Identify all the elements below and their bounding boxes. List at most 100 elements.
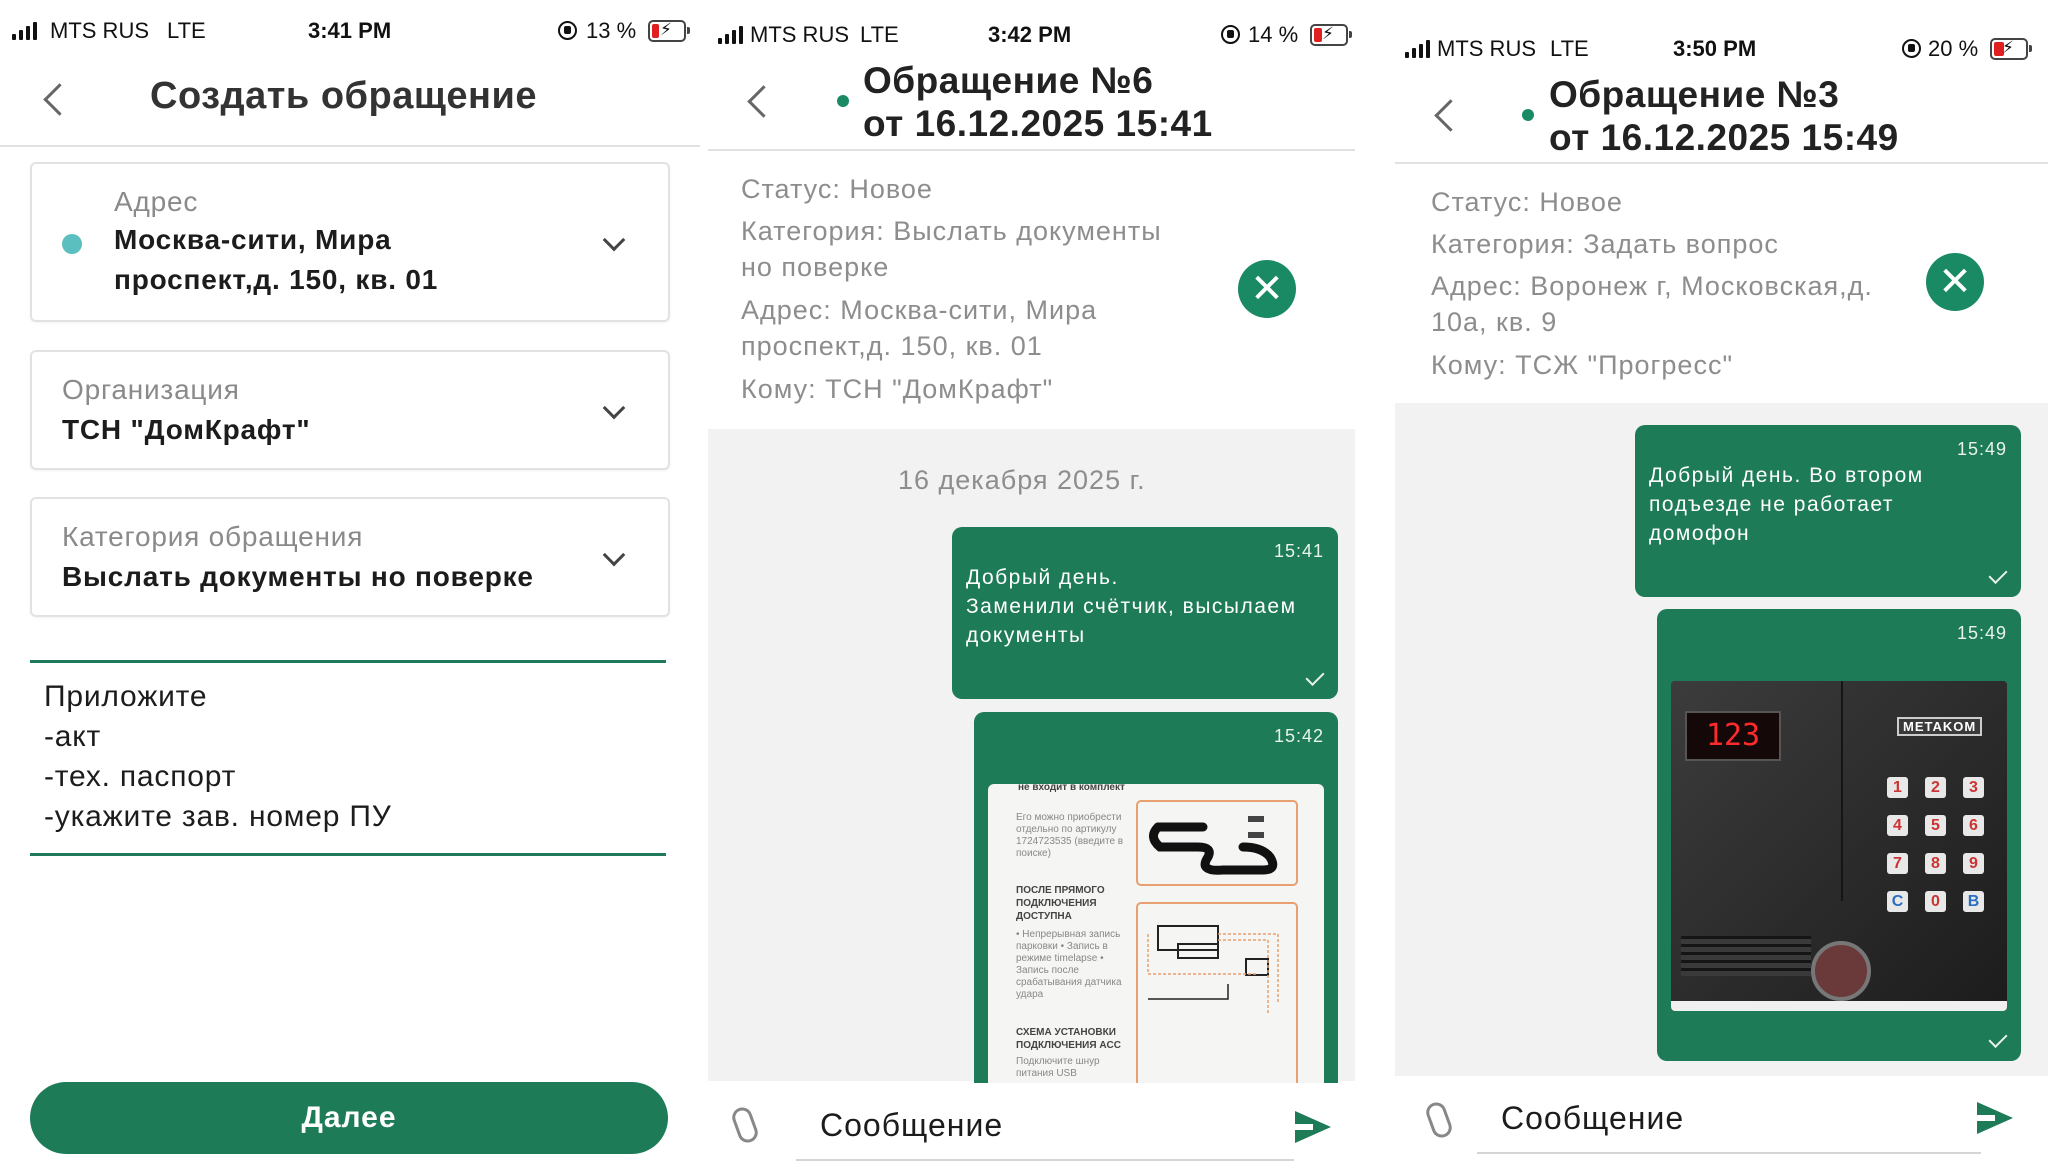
info-address-cont: проспект,д. 150, кв. 01 — [741, 331, 1043, 361]
attach-icon[interactable] — [729, 1104, 761, 1146]
message-line: Добрый день. — [966, 566, 1119, 589]
signal-icon — [12, 22, 37, 40]
message-composer — [708, 1083, 1355, 1176]
battery-percent: 13 % — [586, 18, 637, 43]
key-button: 9 — [1963, 853, 1984, 874]
signal-icon — [718, 26, 743, 44]
description-field[interactable]: Приложите -акт -тех. паспорт -укажите за… — [30, 660, 666, 856]
key-button: 1 — [1887, 777, 1908, 798]
panel-seam — [1841, 681, 1843, 901]
info-category: Категория: Выслать документы — [741, 216, 1162, 246]
key-button: 2 — [1925, 777, 1946, 798]
send-icon[interactable] — [1295, 1111, 1331, 1143]
intercom-photo[interactable]: 123 METAKOM 1 2 3 4 5 6 7 8 9 C 0 B — [1671, 681, 2007, 1011]
info-address-cont: 10а, кв. 9 — [1431, 307, 1558, 337]
header-divider — [1395, 162, 2048, 164]
status-time: 3:42 PM — [988, 22, 1072, 47]
status-bar: MTS RUS LTE 3:50 PM 20 % ⚡ — [1395, 30, 2048, 70]
chat-area[interactable]: 16 декабря 2025 г. 15:41 Добрый день. За… — [708, 429, 1355, 1114]
doc-heading: СХЕМА УСТАНОВКИ ПОДКЛЮЧЕНИЯ ACC — [1016, 1027, 1121, 1051]
message-bubble[interactable]: 15:41 Добрый день. Заменили счётчик, выс… — [952, 527, 1338, 699]
organization-select[interactable]: Организация ТСН "ДомКрафт" — [30, 350, 670, 470]
message-bubble[interactable]: 15:49 Добрый день. Во втором подъезде не… — [1635, 425, 2021, 597]
organization-value: ТСН "ДомКрафт" — [62, 414, 311, 445]
close-request-button[interactable]: ✕ — [1238, 260, 1296, 318]
note-line: -укажите зав. номер ПУ — [44, 800, 392, 833]
message-line: домофон — [1649, 522, 1751, 545]
header-divider — [0, 145, 700, 147]
attach-icon[interactable] — [1423, 1099, 1455, 1141]
message-line: документы — [966, 624, 1086, 647]
orientation-lock-icon — [1221, 25, 1240, 44]
call-button — [1811, 941, 1871, 1001]
message-input[interactable] — [796, 1091, 1294, 1161]
info-address: Адрес: Воронеж г, Московская,д. — [1431, 271, 1873, 301]
network-type: LTE — [860, 22, 899, 47]
key-button: 7 — [1887, 853, 1908, 874]
chevron-down-icon — [602, 228, 626, 252]
back-button[interactable] — [747, 85, 780, 118]
header-divider — [708, 149, 1355, 151]
category-label: Категория обращения — [62, 521, 364, 552]
info-recipient: Кому: ТСН "ДомКрафт" — [741, 374, 1054, 404]
status-time: 3:50 PM — [1673, 36, 1757, 61]
intercom-brand: METAKOM — [1897, 717, 1983, 736]
doc-text: Подключите шнур питания USB — [1016, 1056, 1100, 1079]
close-icon: ✕ — [1250, 267, 1284, 311]
network-type: LTE — [1550, 36, 1589, 61]
online-dot — [837, 95, 849, 107]
info-recipient: Кому: ТСЖ "Прогресс" — [1431, 350, 1734, 380]
message-composer — [1395, 1078, 2048, 1176]
chat-title-line1: Обращение №3 — [1549, 74, 1840, 115]
message-time: 15:49 — [1956, 439, 2007, 459]
message-input[interactable] — [1477, 1084, 1981, 1154]
battery-percent: 20 % — [1928, 36, 1979, 61]
page-title: Создать обращение — [150, 75, 537, 117]
info-address: Адрес: Москва-сити, Мира — [741, 295, 1098, 325]
note-line: -тех. паспорт — [44, 760, 237, 793]
category-select[interactable]: Категория обращения Выслать документы но… — [30, 497, 670, 617]
back-button[interactable] — [43, 83, 76, 116]
key-button: 4 — [1887, 815, 1908, 836]
orientation-lock-icon — [1902, 39, 1921, 58]
cable-illustration — [1136, 800, 1298, 886]
request-3-chat-screen: MTS RUS LTE 3:50 PM 20 % ⚡ Обращение №3 … — [1395, 0, 2048, 1176]
carrier: MTS RUS — [50, 18, 149, 43]
category-value: Выслать документы но поверке — [62, 561, 534, 592]
close-request-button[interactable]: ✕ — [1926, 253, 1984, 311]
chat-area[interactable]: 15:49 Добрый день. Во втором подъезде не… — [1395, 403, 2048, 1076]
intercom-display: 123 — [1685, 711, 1781, 761]
info-status: Статус: Новое — [741, 174, 933, 204]
message-line: Заменили счётчик, высылаем — [966, 595, 1297, 618]
doc-text: не входит в комплект — [1018, 784, 1125, 793]
key-button: 6 — [1963, 815, 1984, 836]
message-bubble-image[interactable]: 15:42 не входит в комплект Его можно при… — [974, 712, 1338, 1114]
chevron-down-icon — [602, 543, 626, 567]
message-time: 15:42 — [1273, 726, 1324, 746]
online-dot — [1522, 109, 1534, 121]
chat-title-line2: от 16.12.2025 15:49 — [1549, 117, 1899, 158]
address-select[interactable]: Адрес Москва-сити, Мира проспект,д. 150,… — [30, 162, 670, 322]
status-time: 3:41 PM — [308, 18, 392, 43]
key-button: 8 — [1925, 853, 1946, 874]
message-line: подъезде не работает — [1649, 493, 1895, 516]
key-button: B — [1963, 891, 1984, 912]
orientation-lock-icon — [558, 21, 577, 40]
message-bubble-image[interactable]: 15:49 123 METAKOM 1 2 3 4 5 6 7 8 9 C 0 … — [1657, 609, 2021, 1061]
send-icon[interactable] — [1977, 1102, 2013, 1134]
next-button[interactable]: Далее — [30, 1082, 668, 1154]
note-line: Приложите — [44, 680, 208, 713]
document-image[interactable]: не входит в комплект Его можно приобрест… — [988, 784, 1324, 1114]
battery-icon: ⚡ — [1310, 24, 1352, 46]
network-type: LTE — [167, 18, 206, 43]
key-button: 3 — [1963, 777, 1984, 798]
wiring-icon — [1147, 925, 1279, 1014]
address-label: Адрес — [114, 186, 199, 217]
back-button[interactable] — [1434, 99, 1467, 132]
battery-icon: ⚡ — [1990, 38, 2032, 60]
info-status: Статус: Новое — [1431, 187, 1623, 217]
signal-icon — [1405, 40, 1430, 58]
read-check-icon — [1988, 1028, 2008, 1049]
request-6-chat-screen: MTS RUS LTE 3:42 PM 14 % ⚡ Обращение №6 … — [708, 0, 1355, 1176]
info-category: Категория: Задать вопрос — [1431, 229, 1779, 259]
